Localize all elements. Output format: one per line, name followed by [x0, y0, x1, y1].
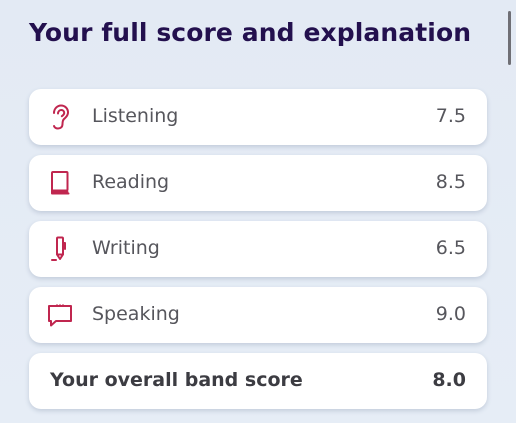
- skill-score: 9.0: [435, 303, 466, 325]
- overall-score-value: 8.0: [432, 369, 466, 391]
- skill-label: Reading: [92, 171, 170, 193]
- score-row-reading: Reading 8.5: [29, 155, 487, 211]
- ear-icon: [45, 102, 75, 132]
- skill-score: 7.5: [435, 105, 466, 127]
- score-row-speaking: Speaking 9.0: [29, 287, 487, 343]
- skill-label: Listening: [92, 105, 179, 127]
- skill-label: Writing: [92, 237, 160, 259]
- scrollbar[interactable]: [508, 11, 511, 65]
- score-page: Your full score and explanation Listenin…: [0, 0, 516, 423]
- skill-label: Speaking: [92, 303, 180, 325]
- speech-bubble-icon: [45, 300, 75, 330]
- overall-score-row: Your overall band score 8.0: [29, 353, 487, 409]
- book-icon: [45, 168, 75, 198]
- score-row-listening: Listening 7.5: [29, 89, 487, 145]
- skill-score: 8.5: [435, 171, 466, 193]
- overall-score-label: Your overall band score: [50, 369, 303, 391]
- pen-icon: [45, 234, 75, 264]
- score-row-writing: Writing 6.5: [29, 221, 487, 277]
- skill-score: 6.5: [435, 237, 466, 259]
- page-title: Your full score and explanation: [29, 18, 472, 47]
